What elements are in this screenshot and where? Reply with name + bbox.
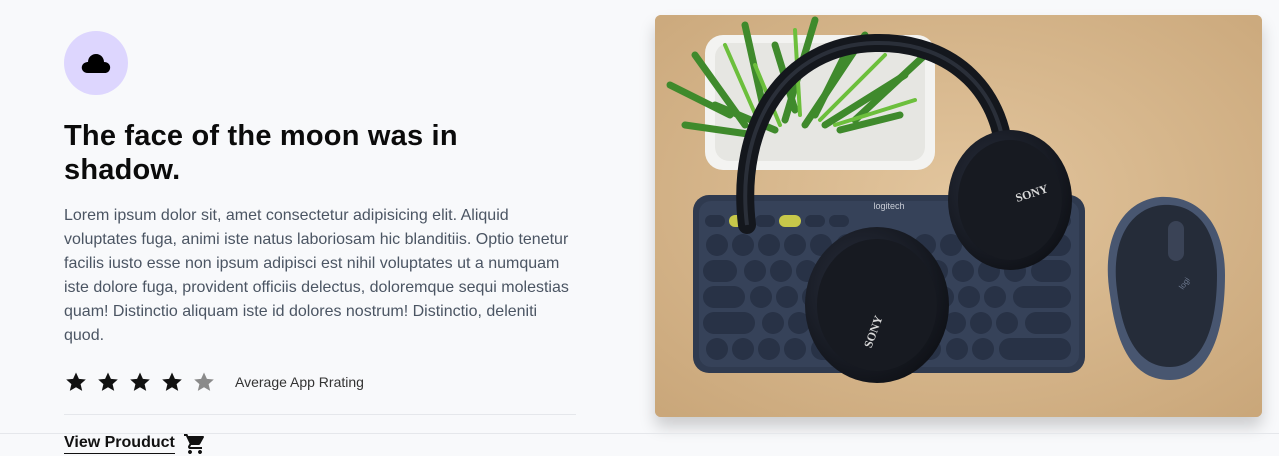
rating-label: Average App Rrating: [235, 374, 364, 390]
divider: [64, 414, 576, 415]
view-product-link[interactable]: View Prouduct: [64, 432, 207, 456]
product-photo: logitech SONY SONY logi: [655, 15, 1262, 417]
feature-title: The face of the moon was in shadow.: [64, 120, 458, 186]
feature-section: The face of the moon was in shadow. Lore…: [64, 31, 576, 456]
view-product-label: View Prouduct: [64, 434, 175, 454]
cloud-icon: [81, 54, 111, 73]
cart-icon: [183, 434, 204, 454]
star-icon-filled: [130, 372, 150, 391]
star-icon-filled: [66, 372, 86, 391]
star-icon-filled: [162, 372, 182, 391]
product-image: logitech SONY SONY logi: [655, 15, 1262, 417]
rating-row: Average App Rrating: [64, 370, 576, 394]
keyboard-brand: logitech: [873, 201, 904, 211]
feature-description: Lorem ipsum dolor sit, amet consectetur …: [64, 207, 569, 344]
feature-icon-badge: [64, 31, 128, 95]
star-icon-empty: [194, 372, 214, 391]
star-icon-filled: [98, 372, 118, 391]
